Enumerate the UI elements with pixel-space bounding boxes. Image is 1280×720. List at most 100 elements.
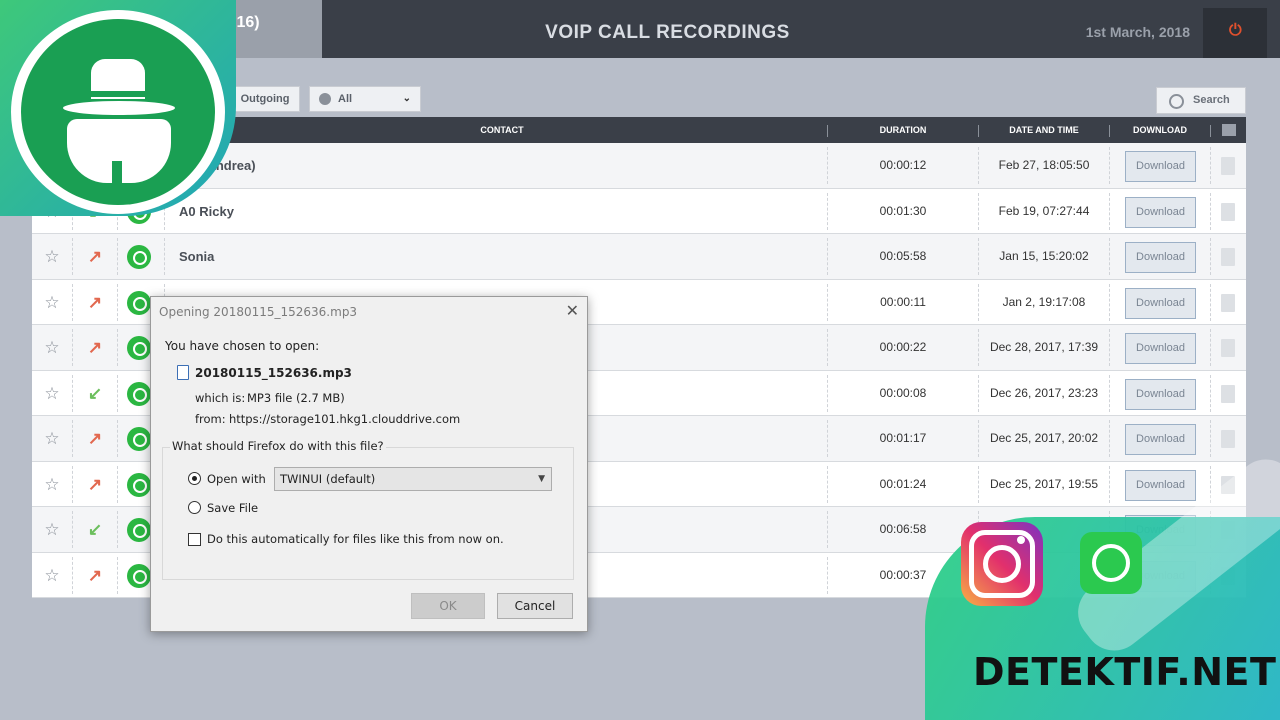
file-name: 20180115_152636.mp3 [195, 366, 352, 380]
call-duration: 00:06:58 [879, 522, 927, 536]
call-datetime: Dec 25, 2017, 20:02 [989, 431, 1099, 445]
star-icon[interactable]: ☆ [32, 507, 72, 552]
trash-icon[interactable] [1221, 293, 1235, 312]
power-icon: ⏻ [1229, 22, 1242, 39]
header-date: 1st March, 2018 [1085, 24, 1190, 40]
logout-button[interactable]: ⏻ [1203, 8, 1267, 58]
outgoing-arrow-icon: ↗ [87, 474, 103, 494]
row-divider [1210, 192, 1211, 230]
row-divider [72, 374, 73, 412]
open-file-dialog: Opening 20180115_152636.mp3 ✕ You have c… [150, 296, 588, 632]
star-icon[interactable]: ☆ [32, 462, 72, 507]
row-divider [72, 465, 73, 503]
column-separator [1210, 125, 1211, 137]
row-divider [1109, 465, 1110, 503]
row-divider [1210, 238, 1211, 275]
globe-icon [319, 93, 331, 105]
trash-icon[interactable] [1221, 430, 1235, 448]
save-file-label[interactable]: Save File [207, 501, 258, 515]
call-duration: 00:01:24 [879, 476, 927, 491]
outgoing-arrow-icon: ↗ [87, 292, 103, 312]
trash-icon[interactable] [1221, 339, 1235, 357]
whatsapp-icon [127, 427, 151, 451]
row-divider [1109, 329, 1110, 366]
download-button[interactable]: Download [1125, 151, 1196, 182]
auto-checkbox[interactable] [188, 533, 201, 546]
download-button[interactable]: Download [1125, 469, 1196, 501]
open-with-label[interactable]: Open with [207, 472, 266, 486]
delete-all-icon[interactable] [1222, 124, 1236, 136]
column-duration: DURATION [879, 125, 927, 135]
incoming-arrow-icon: ↙ [87, 383, 103, 403]
page-title: VOIP CALL RECORDINGS [545, 22, 790, 43]
call-datetime: Feb 19, 07:27:44 [998, 203, 1090, 218]
call-duration: 00:00:12 [879, 158, 927, 172]
star-icon[interactable]: ☆ [32, 280, 72, 325]
outgoing-arrow-icon: ↗ [87, 565, 103, 585]
search-icon [1169, 94, 1184, 109]
call-duration: 00:00:22 [879, 340, 927, 354]
app-filter-select[interactable]: All ⌄ [309, 86, 421, 112]
row-divider [117, 420, 118, 457]
call-duration: 00:00:08 [879, 385, 927, 400]
row-divider [117, 556, 118, 594]
whatsapp-icon [127, 381, 151, 406]
row-divider [1109, 238, 1110, 275]
download-button[interactable]: Download [1125, 333, 1196, 364]
incoming-arrow-icon: ↙ [87, 520, 103, 539]
row-divider [1210, 420, 1211, 457]
call-datetime: Feb 27, 18:05:50 [998, 158, 1090, 172]
download-button[interactable]: Download [1125, 242, 1196, 273]
whatsapp-logo-icon [1080, 532, 1142, 594]
outgoing-arrow-icon: ↗ [87, 429, 103, 448]
row-divider [117, 374, 118, 412]
call-datetime: Dec 26, 2017, 23:23 [989, 385, 1099, 400]
download-button[interactable]: Download [1125, 378, 1196, 410]
open-with-select[interactable]: TWINUI (default) ▼ [274, 467, 552, 491]
star-icon[interactable]: ☆ [32, 325, 72, 370]
file-type-label: which is: [195, 391, 246, 405]
chevron-down-icon: ⌄ [402, 93, 411, 104]
call-duration: 00:00:11 [880, 294, 926, 309]
close-icon[interactable]: ✕ [566, 301, 579, 320]
brand-text: DETEKTIF.NET [973, 650, 1277, 694]
star-icon[interactable]: ☆ [32, 416, 72, 461]
filter-outgoing-button[interactable]: Outgoing [230, 86, 300, 112]
row-divider [117, 283, 118, 321]
app-filter-value: All [338, 93, 353, 105]
row-divider [117, 465, 118, 503]
ok-button[interactable]: OK [411, 593, 485, 619]
open-with-radio[interactable] [188, 472, 201, 485]
row-divider [72, 511, 73, 548]
contact-name[interactable]: Sonia [179, 234, 779, 279]
table-row: ☆↙A0 Ricky00:01:30Feb 19, 07:27:44Downlo… [32, 188, 1246, 234]
trash-icon[interactable] [1221, 157, 1235, 175]
save-file-radio[interactable] [188, 501, 201, 514]
file-type-value: MP3 file (2.7 MB) [247, 391, 345, 405]
row-divider [117, 511, 118, 548]
trash-icon[interactable] [1221, 202, 1235, 221]
star-icon[interactable]: ☆ [32, 234, 72, 279]
trash-icon[interactable] [1221, 384, 1235, 403]
whatsapp-icon [127, 336, 151, 360]
row-divider [72, 329, 73, 366]
auto-label[interactable]: Do this automatically for files like thi… [207, 532, 504, 546]
download-button[interactable]: Download [1125, 424, 1196, 455]
call-datetime: Dec 28, 2017, 17:39 [989, 340, 1099, 354]
star-icon[interactable]: ☆ [32, 553, 72, 598]
row-divider [1109, 283, 1110, 321]
contact-name[interactable]: A0 Ricky [179, 189, 779, 234]
trash-icon[interactable] [1221, 248, 1235, 266]
row-divider [1109, 147, 1110, 184]
download-button[interactable]: Download [1125, 287, 1196, 319]
search-button[interactable]: Search [1156, 87, 1246, 114]
file-source-value: https://storage101.hkg1.clouddrive.com [229, 412, 461, 426]
star-icon[interactable]: ☆ [32, 371, 72, 416]
contact-name[interactable]: ella (andrea) [179, 143, 779, 188]
file-icon [177, 365, 189, 380]
row-divider [117, 329, 118, 366]
whatsapp-icon [127, 472, 151, 497]
download-button[interactable]: Download [1125, 196, 1196, 228]
cancel-button[interactable]: Cancel [497, 593, 573, 619]
row-divider [1109, 374, 1110, 412]
